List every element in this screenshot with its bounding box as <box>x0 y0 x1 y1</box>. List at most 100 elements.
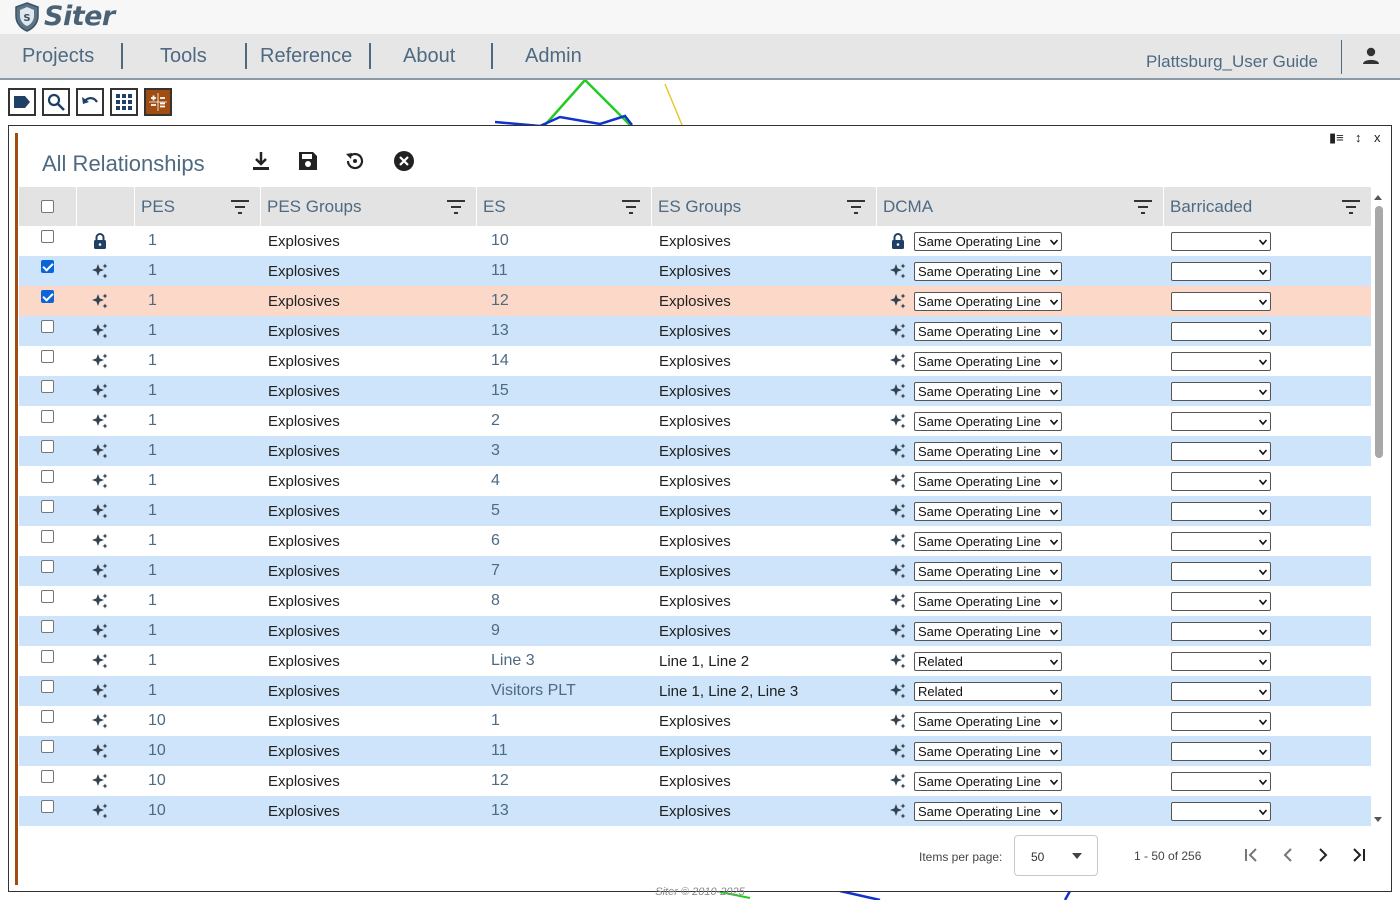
next-page-icon[interactable] <box>1312 844 1334 866</box>
es-link[interactable]: 14 <box>491 346 509 376</box>
barricaded-select[interactable] <box>1171 502 1271 521</box>
row-checkbox[interactable] <box>41 500 54 513</box>
row-checkbox[interactable] <box>41 650 54 663</box>
row-checkbox[interactable] <box>41 680 54 693</box>
table-row[interactable]: 1 Explosives 5 Explosives Same Operating Lin… <box>19 496 1371 526</box>
es-link[interactable]: 11 <box>491 256 508 286</box>
column-header-barricaded[interactable]: Barricaded <box>1163 187 1371 226</box>
row-checkbox[interactable] <box>41 560 54 573</box>
table-row[interactable]: 1 Explosives 3 Explosives Same Operating Lin… <box>19 436 1371 466</box>
dcma-select[interactable]: Same Operating Line <box>914 322 1062 341</box>
dcma-select[interactable]: Same Operating Line <box>914 592 1062 611</box>
nav-tools[interactable]: Tools <box>160 45 207 68</box>
pes-link[interactable]: 1 <box>148 376 157 406</box>
dcma-select[interactable]: Same Operating Line <box>914 772 1062 791</box>
reset-icon[interactable] <box>343 149 367 173</box>
table-row[interactable]: 1 Explosives 15 Explosives Same Operating Li… <box>19 376 1371 406</box>
dcma-select[interactable]: Same Operating Line <box>914 562 1062 581</box>
row-checkbox[interactable] <box>41 710 54 723</box>
row-checkbox[interactable] <box>41 530 54 543</box>
pes-link[interactable]: 1 <box>148 496 157 526</box>
barricaded-select[interactable] <box>1171 412 1271 431</box>
pes-link[interactable]: 10 <box>148 766 166 796</box>
scroll-thumb[interactable] <box>1375 206 1383 458</box>
nav-about[interactable]: About <box>403 45 455 68</box>
es-link[interactable]: 11 <box>491 736 508 766</box>
barricaded-select[interactable] <box>1171 682 1271 701</box>
es-link[interactable]: 15 <box>491 376 509 406</box>
barricaded-select[interactable] <box>1171 562 1271 581</box>
pes-link[interactable]: 1 <box>148 256 157 286</box>
row-checkbox[interactable] <box>41 230 54 243</box>
previous-page-icon[interactable] <box>1277 844 1299 866</box>
barricaded-select[interactable] <box>1171 712 1271 731</box>
pes-link[interactable]: 1 <box>148 346 157 376</box>
app-logo[interactable]: S Siter <box>14 1 115 32</box>
dcma-select[interactable]: Same Operating Line <box>914 502 1062 521</box>
items-per-page-select[interactable]: 50 <box>1014 835 1098 876</box>
table-row[interactable]: 1 Explosives 11 Explosives Same Operating Li… <box>19 256 1371 286</box>
row-checkbox[interactable] <box>41 410 54 423</box>
search-button[interactable] <box>42 88 70 116</box>
table-row[interactable]: 1 Explosives 8 Explosives Same Operating Lin… <box>19 586 1371 616</box>
user-icon[interactable] <box>1361 46 1381 66</box>
table-row[interactable]: 1 Explosives 12 Explosives Same Operating Li… <box>19 286 1371 316</box>
first-page-icon[interactable] <box>1240 844 1262 866</box>
barricaded-select[interactable] <box>1171 322 1271 341</box>
barricaded-select[interactable] <box>1171 262 1271 281</box>
pes-link[interactable]: 1 <box>148 226 157 256</box>
nav-projects[interactable]: Projects <box>22 45 94 68</box>
es-link[interactable]: 5 <box>491 496 500 526</box>
dcma-select[interactable]: Same Operating Line <box>914 352 1062 371</box>
dcma-select[interactable]: Same Operating Line <box>914 742 1062 761</box>
es-link[interactable]: 10 <box>491 226 509 256</box>
table-row[interactable]: 1 Explosives 14 Explosives Same Operating Li… <box>19 346 1371 376</box>
pes-link[interactable]: 1 <box>148 526 157 556</box>
pes-link[interactable]: 1 <box>148 616 157 646</box>
es-link[interactable]: Line 3 <box>491 646 535 676</box>
dcma-select[interactable]: Same Operating Line <box>914 262 1062 281</box>
row-checkbox[interactable] <box>41 350 54 363</box>
filter-icon[interactable] <box>846 199 866 215</box>
filter-icon[interactable] <box>1341 199 1361 215</box>
filter-icon[interactable] <box>446 199 466 215</box>
grid-button[interactable] <box>110 88 138 116</box>
calculator-button[interactable] <box>144 88 172 116</box>
cancel-icon[interactable] <box>392 149 416 173</box>
label-tool-button[interactable] <box>8 88 36 116</box>
barricaded-select[interactable] <box>1171 772 1271 791</box>
table-row[interactable]: 10 Explosives 12 Explosives Same Operating L… <box>19 766 1371 796</box>
column-header-es[interactable]: ES <box>476 187 651 226</box>
table-row[interactable]: 1 Explosives 6 Explosives Same Operating Lin… <box>19 526 1371 556</box>
column-header-dcma[interactable]: DCMA <box>876 187 1163 226</box>
table-row[interactable]: 1 Explosives Visitors PLT Line 1, Line 2, L… <box>19 676 1371 706</box>
pes-link[interactable]: 1 <box>148 286 157 316</box>
es-link[interactable]: Visitors PLT <box>491 676 576 706</box>
pes-link[interactable]: 1 <box>148 406 157 436</box>
scroll-down-arrow[interactable] <box>1373 816 1383 824</box>
es-link[interactable]: 3 <box>491 436 500 466</box>
undo-button[interactable] <box>76 88 104 116</box>
barricaded-select[interactable] <box>1171 382 1271 401</box>
es-link[interactable]: 9 <box>491 616 500 646</box>
pes-link[interactable]: 1 <box>148 436 157 466</box>
es-link[interactable]: 13 <box>491 316 509 346</box>
barricaded-select[interactable] <box>1171 442 1271 461</box>
last-page-icon[interactable] <box>1348 844 1370 866</box>
barricaded-select[interactable] <box>1171 652 1271 671</box>
dcma-select[interactable]: Same Operating Line <box>914 232 1062 251</box>
es-link[interactable]: 12 <box>491 766 509 796</box>
panel-columns-toggle[interactable]: ▮≡ <box>1329 130 1344 146</box>
filter-icon[interactable] <box>621 199 641 215</box>
save-icon[interactable] <box>296 149 320 173</box>
nav-reference[interactable]: Reference <box>260 45 352 68</box>
pes-link[interactable]: 1 <box>148 676 157 706</box>
select-all-checkbox[interactable] <box>41 200 54 213</box>
table-row[interactable]: 1 Explosives 2 Explosives Same Operating Lin… <box>19 406 1371 436</box>
row-checkbox[interactable] <box>41 440 54 453</box>
nav-admin[interactable]: Admin <box>525 45 582 68</box>
dcma-select[interactable]: Same Operating Line <box>914 472 1062 491</box>
pes-link[interactable]: 10 <box>148 706 166 736</box>
column-header-es-groups[interactable]: ES Groups <box>651 187 876 226</box>
es-link[interactable]: 1 <box>491 706 500 736</box>
